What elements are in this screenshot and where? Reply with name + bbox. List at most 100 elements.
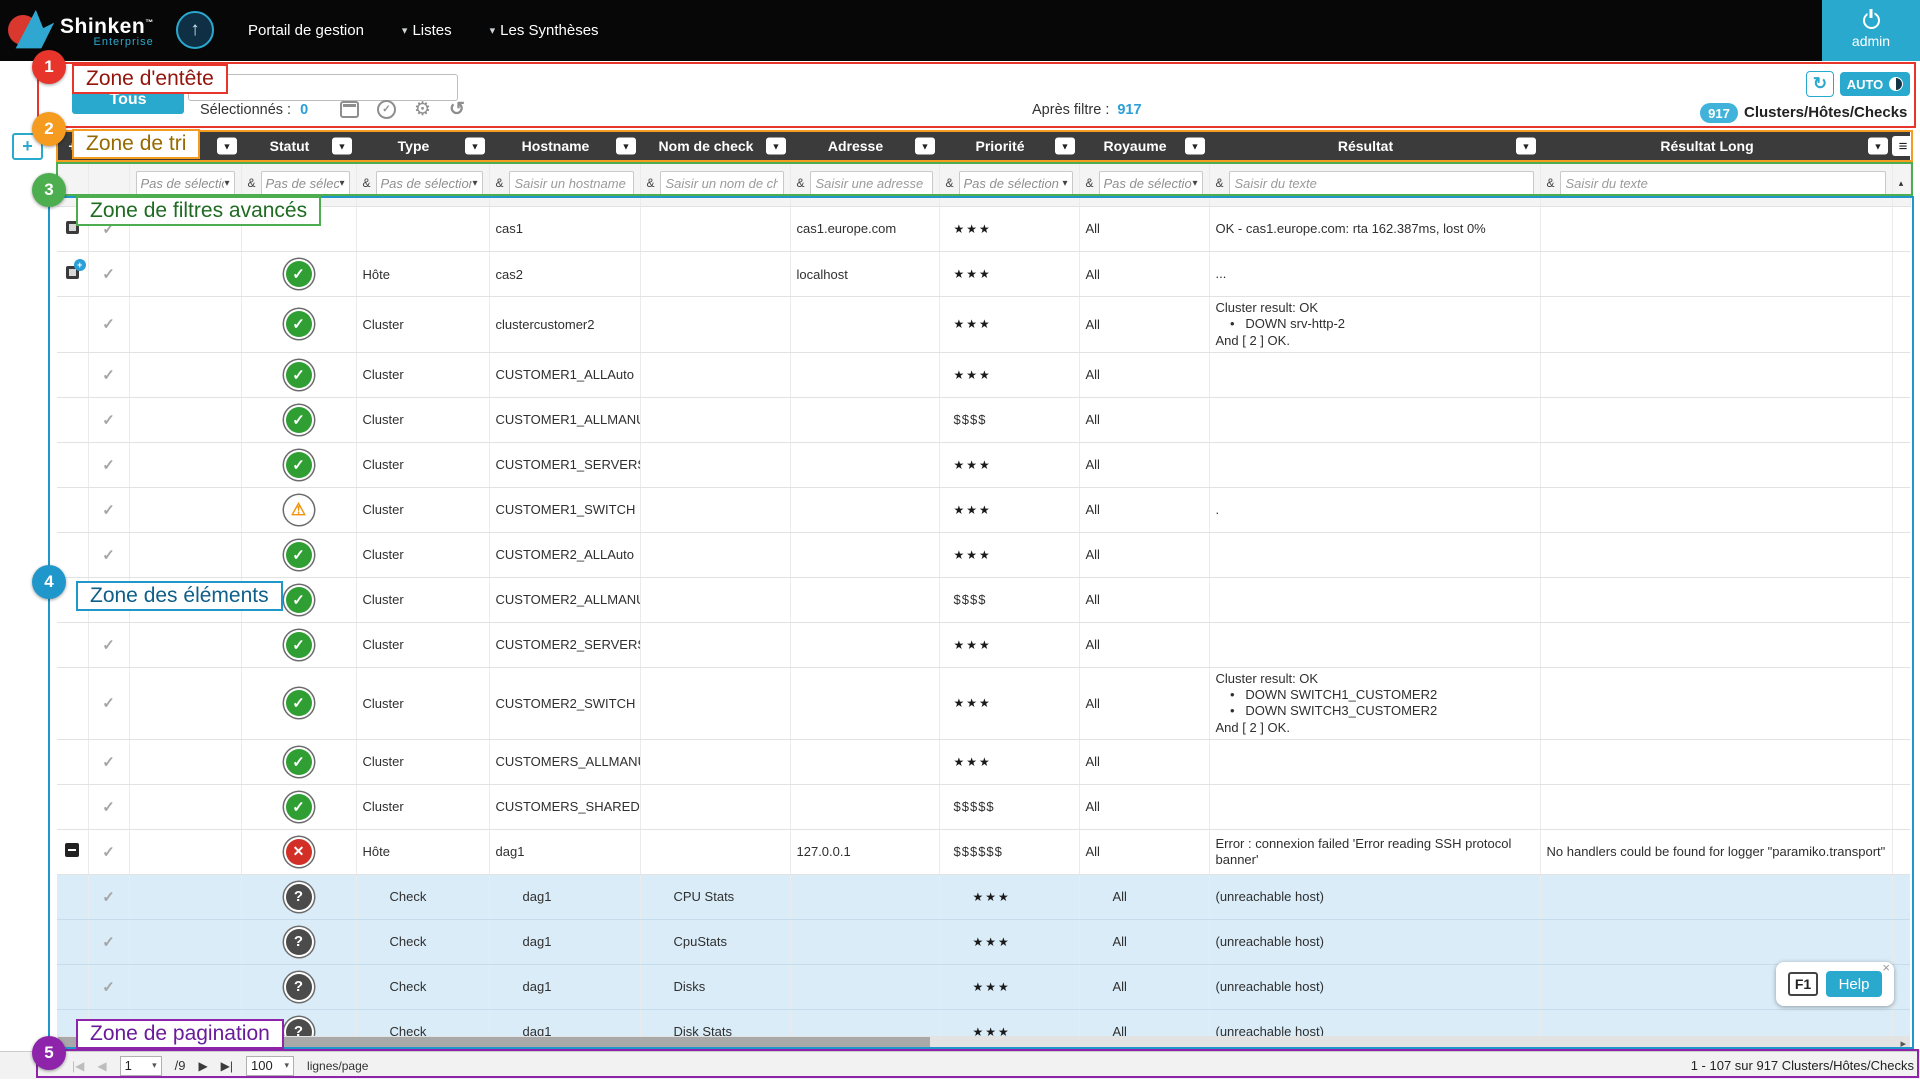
col-header-resultat-long[interactable]: Résultat Long▼: [1540, 131, 1892, 161]
sort-chevron-icon[interactable]: ▼: [1055, 138, 1075, 155]
filter-input-check-name[interactable]: [660, 171, 784, 196]
menu-listes[interactable]: ▾Listes: [402, 22, 452, 39]
filter-select-royaume[interactable]: Pas de sélection▾: [1099, 171, 1203, 196]
and-operator: &: [946, 176, 954, 190]
auto-refresh-toggle[interactable]: AUTO: [1840, 72, 1910, 96]
sort-chevron-icon[interactable]: ▼: [1516, 138, 1536, 155]
cell-statut: ?: [241, 874, 356, 919]
help-widget[interactable]: F1 Help ×: [1776, 962, 1894, 1006]
row-checkbox[interactable]: ✓: [102, 889, 115, 906]
col-header-adresse[interactable]: Adresse▼: [790, 131, 939, 161]
scroll-right-icon[interactable]: ▸: [1900, 1036, 1906, 1051]
col-header-hostname[interactable]: Hostname▼: [489, 131, 640, 161]
table-row[interactable]: ✓✓ClusterCUSTOMER1_ALLMANU$$$$All: [57, 397, 1910, 442]
row-checkbox[interactable]: ✓: [102, 754, 115, 771]
user-menu[interactable]: admin: [1822, 0, 1920, 61]
row-checkbox[interactable]: ✓: [102, 637, 115, 654]
filter-input-resultat-long[interactable]: [1560, 171, 1886, 196]
row-checkbox[interactable]: ✓: [102, 695, 115, 712]
page-input[interactable]: 1▾: [120, 1056, 162, 1076]
sort-chevron-icon[interactable]: ▼: [915, 138, 935, 155]
row-checkbox[interactable]: ✓: [102, 266, 115, 283]
cell-expand: [57, 829, 88, 874]
filter-select-extra[interactable]: Pas de sélection▾: [136, 171, 235, 196]
header-search-input[interactable]: [188, 74, 458, 101]
cell-royaume: All: [1079, 667, 1209, 739]
row-checkbox[interactable]: ✓: [102, 844, 115, 861]
status-ok-icon: ✓: [286, 311, 312, 337]
row-checkbox[interactable]: ✓: [102, 316, 115, 333]
sort-chevron-icon[interactable]: ▼: [217, 138, 237, 155]
horizontal-scrollbar[interactable]: ▸: [57, 1036, 1910, 1051]
table-row[interactable]: +✓✓Hôtecas2localhost★★★All...: [57, 252, 1910, 297]
row-checkbox[interactable]: ✓: [102, 799, 115, 816]
table-row[interactable]: ✓?Checkdag1CpuStats★★★All(unreachable ho…: [57, 919, 1910, 964]
row-checkbox[interactable]: ✓: [102, 367, 115, 384]
cell-royaume: All: [1079, 532, 1209, 577]
row-checkbox[interactable]: ✓: [102, 457, 115, 474]
sort-chevron-icon[interactable]: ▼: [465, 138, 485, 155]
sort-chevron-icon[interactable]: ▼: [766, 138, 786, 155]
sort-chevron-icon[interactable]: ▼: [616, 138, 636, 155]
previous-page-button[interactable]: ◀: [97, 1059, 106, 1073]
sort-chevron-icon[interactable]: ▼: [1185, 138, 1205, 155]
cell-select: ✓: [88, 252, 129, 297]
row-checkbox[interactable]: ✓: [102, 547, 115, 564]
filter-select-type[interactable]: Pas de sélection▾: [376, 171, 483, 196]
col-header-nom-de-check[interactable]: Nom de check▼: [640, 131, 790, 161]
filter-select-priorite[interactable]: Pas de sélection▾: [959, 171, 1073, 196]
help-button[interactable]: Help: [1826, 971, 1882, 997]
sort-chevron-icon[interactable]: ▼: [332, 138, 352, 155]
table-row[interactable]: ✓✓ClusterCUSTOMER1_ALLAuto★★★All: [57, 352, 1910, 397]
table-row[interactable]: ✓?Checkdag1CPU Stats★★★All(unreachable h…: [57, 874, 1910, 919]
table-row[interactable]: ✓✓ClusterCUSTOMER1_SERVERS★★★All: [57, 442, 1910, 487]
filter-input-adresse[interactable]: [810, 171, 933, 196]
scroll-up-icon[interactable]: ▴: [1899, 178, 1904, 189]
last-page-button[interactable]: ▶|: [221, 1059, 233, 1073]
sort-chevron-icon[interactable]: ▼: [1868, 138, 1888, 155]
col-header-resultat[interactable]: Résultat▼: [1209, 131, 1540, 161]
acknowledge-check-icon[interactable]: ✓: [377, 100, 396, 119]
filter-select-statut[interactable]: Pas de sélection▾: [261, 171, 350, 196]
calendar-icon[interactable]: [340, 101, 359, 118]
cell-priorite: $$$$$$: [939, 829, 1079, 874]
table-row[interactable]: ✓✓ClusterCUSTOMER2_SWITCH★★★AllCluster r…: [57, 667, 1910, 739]
reset-icon[interactable]: ↺: [449, 100, 465, 119]
table-row[interactable]: ✓✓ClusterCUSTOMERS_ALLMANU★★★All: [57, 739, 1910, 784]
row-checkbox[interactable]: ✓: [102, 934, 115, 951]
shinken-logo[interactable]: Shinken™ Enterprise: [8, 5, 154, 55]
table-row[interactable]: ✓✓ClusterCUSTOMER2_ALLMANU$$$$All: [57, 577, 1910, 622]
scroll-top-button[interactable]: ↑: [176, 11, 214, 49]
table-row[interactable]: ✓✓ClusterCUSTOMER2_SERVERS★★★All: [57, 622, 1910, 667]
table-row[interactable]: ✓⚠ClusterCUSTOMER1_SWITCH★★★All.: [57, 487, 1910, 532]
row-checkbox[interactable]: ✓: [102, 502, 115, 519]
table-row[interactable]: ✓cas1cas1.europe.com★★★AllOK - cas1.euro…: [57, 207, 1910, 252]
cell-resultat-long: [1540, 739, 1892, 784]
collapse-icon[interactable]: [65, 843, 79, 857]
next-page-button[interactable]: ▶: [198, 1059, 207, 1073]
wrench-icon[interactable]: ⚙: [414, 100, 431, 119]
cell-priorite: ★★★: [939, 622, 1079, 667]
first-page-button[interactable]: |◀: [72, 1059, 84, 1073]
table-row[interactable]: ✓✓ClusterCUSTOMER2_ALLAuto★★★All: [57, 532, 1910, 577]
row-checkbox[interactable]: ✓: [102, 412, 115, 429]
table-row[interactable]: ✓?Checkdag1Disks★★★All(unreachable host): [57, 964, 1910, 1009]
column-menu-button[interactable]: ≡: [1892, 136, 1910, 156]
table-row[interactable]: ✓✓Clusterclustercustomer2★★★AllCluster r…: [57, 297, 1910, 353]
refresh-button[interactable]: ↻: [1806, 71, 1834, 97]
col-header-royaume[interactable]: Royaume▼: [1079, 131, 1209, 161]
filter-input-resultat[interactable]: [1229, 171, 1534, 196]
col-header-statut[interactable]: Statut▼: [241, 131, 356, 161]
close-icon[interactable]: ×: [1882, 960, 1890, 975]
menu-portail-de-gestion[interactable]: Portail de gestion: [248, 22, 364, 39]
filter-input-hostname[interactable]: [509, 171, 634, 196]
col-header-priorite[interactable]: Priorité▼: [939, 131, 1079, 161]
table-row[interactable]: ✓✓ClusterCUSTOMERS_SHARED$$$$$All: [57, 784, 1910, 829]
cell-nom-de-check: CPU Stats: [640, 874, 790, 919]
row-checkbox[interactable]: ✓: [102, 979, 115, 996]
per-page-select[interactable]: 100▾: [246, 1056, 294, 1076]
duplicate-icon[interactable]: +: [66, 266, 79, 279]
menu-les-syntheses[interactable]: ▾Les Synthèses: [490, 22, 599, 39]
col-header-type[interactable]: Type▼: [356, 131, 489, 161]
table-row[interactable]: ✓✕Hôtedag1127.0.0.1$$$$$$AllError : conn…: [57, 829, 1910, 874]
